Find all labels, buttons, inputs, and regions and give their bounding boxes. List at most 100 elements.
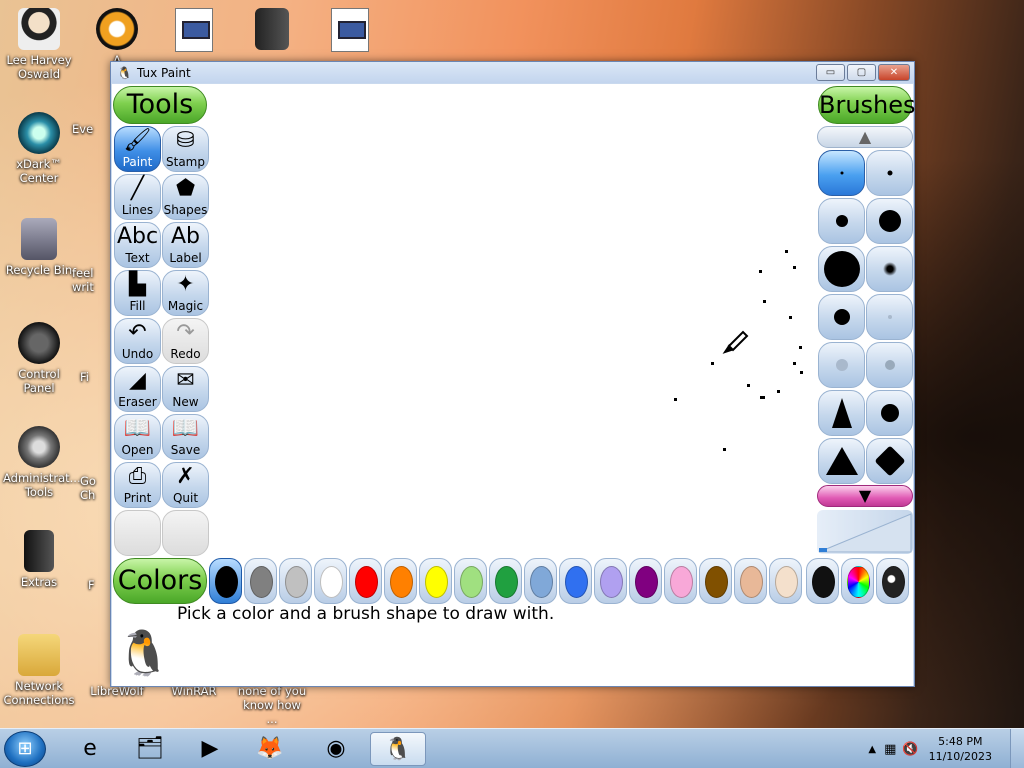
color-swatch[interactable] [769,558,802,604]
tool-fill-button[interactable]: ▙ Fill [114,270,161,316]
close-button[interactable]: ✕ [878,64,910,81]
color-swatch[interactable] [244,558,277,604]
color-swatch[interactable] [699,558,732,604]
desktop-icon-dark-app[interactable] [236,8,308,53]
color-swatch[interactable] [454,558,487,604]
color-swatch[interactable] [524,558,557,604]
brush-fuzzy-dot-button[interactable] [866,246,913,292]
color-swatch[interactable] [384,558,417,604]
brush-faint-dot-button[interactable] [866,294,913,340]
desktop-icon-xdark-center[interactable]: xDark™ Center [3,112,75,185]
desktop-icon-partial-fi[interactable]: Fi [80,370,110,384]
color-swatch[interactable] [664,558,697,604]
tool-new-button[interactable]: ✉ New [162,366,209,412]
desktop-icon-label: Go Ch [80,474,96,502]
color-picker-button[interactable] [806,558,839,604]
tool-lines-button[interactable]: ╱ Lines [114,174,161,220]
brush-medium-dot-button[interactable] [818,198,865,244]
tool-label-button[interactable]: Ab Label [162,222,209,268]
internet-explorer-icon[interactable]: e [62,732,118,766]
color-swatch[interactable] [489,558,522,604]
tool-paint-icon: 🖌 [123,128,152,153]
volume-muted-icon[interactable]: 🔇 [902,742,918,757]
tool-paint-button[interactable]: 🖌 Paint [114,126,161,172]
color-swatch[interactable] [314,558,347,604]
brush-small-dot-button[interactable] [866,150,913,196]
color-swatch[interactable] [734,558,767,604]
clock[interactable]: 5:48 PM 11/10/2023 [929,734,992,764]
desktop-icon-partial-f[interactable]: F [88,578,110,592]
color-wheel-button[interactable] [841,558,874,604]
brushes-scroll-down-button[interactable]: ▼ [817,485,913,507]
desktop-icon-extras[interactable]: Extras [3,530,75,589]
desktop-icon-administrative-tools[interactable]: Administrat... Tools [3,426,81,499]
tool-quit-button[interactable]: ✗ Quit [162,462,209,508]
tool-text-button[interactable]: Abc Text [114,222,161,268]
minimize-button[interactable]: ▭ [816,64,845,81]
show-desktop-button[interactable] [1010,729,1024,768]
color-swatch[interactable] [209,558,242,604]
start-button[interactable]: ⊞ [4,731,46,767]
brush-soft-dot-button[interactable] [818,294,865,340]
tool-stamp-button[interactable]: ⛁ Stamp [162,126,209,172]
color-mixer-button[interactable] [876,558,909,604]
network-status-icon[interactable]: ▦ [884,742,896,757]
desktop-icon-network-connections[interactable]: Network Connections [3,634,75,707]
color-swatch[interactable] [559,558,592,604]
tool-save-button[interactable]: 📖 Save [162,414,209,460]
eyedropper-icon [812,566,835,598]
color-swatch[interactable] [419,558,452,604]
tool-print-button[interactable]: ⎙ Print [114,462,161,508]
color-swatch[interactable] [349,558,382,604]
brush-arrow-button[interactable] [866,342,913,388]
tool-label: Undo [121,347,154,361]
drawing-canvas[interactable] [209,84,817,556]
brush-circle-button[interactable] [866,390,913,436]
brush-triangle-button[interactable] [818,438,865,484]
tool-shapes-button[interactable]: ⬟ Shapes [162,174,209,220]
brush-huge-dot-button[interactable] [818,246,865,292]
brush-arrow-icon [884,360,895,370]
brush-arrow-up-button[interactable] [818,390,865,436]
explorer-icon[interactable]: 🗂 [122,732,178,766]
tool-eraser-button[interactable]: ◢ Eraser [114,366,161,412]
brush-faint-small-dot-button[interactable] [818,342,865,388]
desktop-icon-label: Lee Harvey Oswald [6,53,72,81]
tool-magic-button[interactable]: ✦ Magic [162,270,209,316]
color-chip [530,566,553,598]
brush-fuzzy-dot-icon [882,262,897,276]
brush-size-slider[interactable] [817,510,913,554]
window-titlebar[interactable]: 🐧 Tux Paint ▭ ▢ ✕ [111,62,914,83]
tux-paint-icon[interactable]: 🐧 [370,732,426,766]
media-player-icon[interactable]: ▶ [182,732,238,766]
tool-open-button[interactable]: 📖 Open [114,414,161,460]
recycle-bin-icon [21,218,57,260]
tool-redo-button[interactable]: ↷ Redo [162,318,209,364]
chrome-icon[interactable]: ◉ [308,732,364,766]
desktop-icon-document[interactable]: none of you know how ... [236,684,308,726]
brush-ellipse-button[interactable] [866,438,913,484]
desktop-icon-lee-harvey-oswald[interactable]: Lee Harvey Oswald [3,8,75,81]
desktop-icon-app[interactable]: A [81,8,153,67]
brushes-scroll-up-button[interactable]: ▲ [817,126,913,148]
maximize-button[interactable]: ▢ [847,64,876,81]
desktop-icon-label: Eve [72,122,94,136]
desktop-icon-partial-eve[interactable]: Eve [72,122,112,136]
show-hidden-icons-icon[interactable]: ▲ [868,744,876,755]
window-title: Tux Paint [137,65,191,80]
desktop-icon-partial-go[interactable]: Go Ch [80,474,110,502]
tool-undo-button[interactable]: ↶ Undo [114,318,161,364]
desktop-icon-recycle-bin[interactable]: Recycle Bin [3,218,75,277]
desktop-icon-label: Control Panel [18,367,60,395]
color-swatch[interactable] [594,558,627,604]
color-swatch[interactable] [279,558,312,604]
desktop-icon-partial-feel[interactable]: feel writ [72,266,112,294]
firefox-icon[interactable]: 🦊 [242,732,298,766]
brush-tiny-dot-button[interactable] [818,150,865,196]
color-swatch[interactable] [629,558,662,604]
desktop-icon-notepad[interactable] [158,8,230,52]
desktop-icon-label: F [88,578,95,592]
brush-large-dot-button[interactable] [866,198,913,244]
desktop-icon-control-panel[interactable]: Control Panel [3,322,75,395]
desktop-icon-shortcut[interactable] [314,8,386,52]
